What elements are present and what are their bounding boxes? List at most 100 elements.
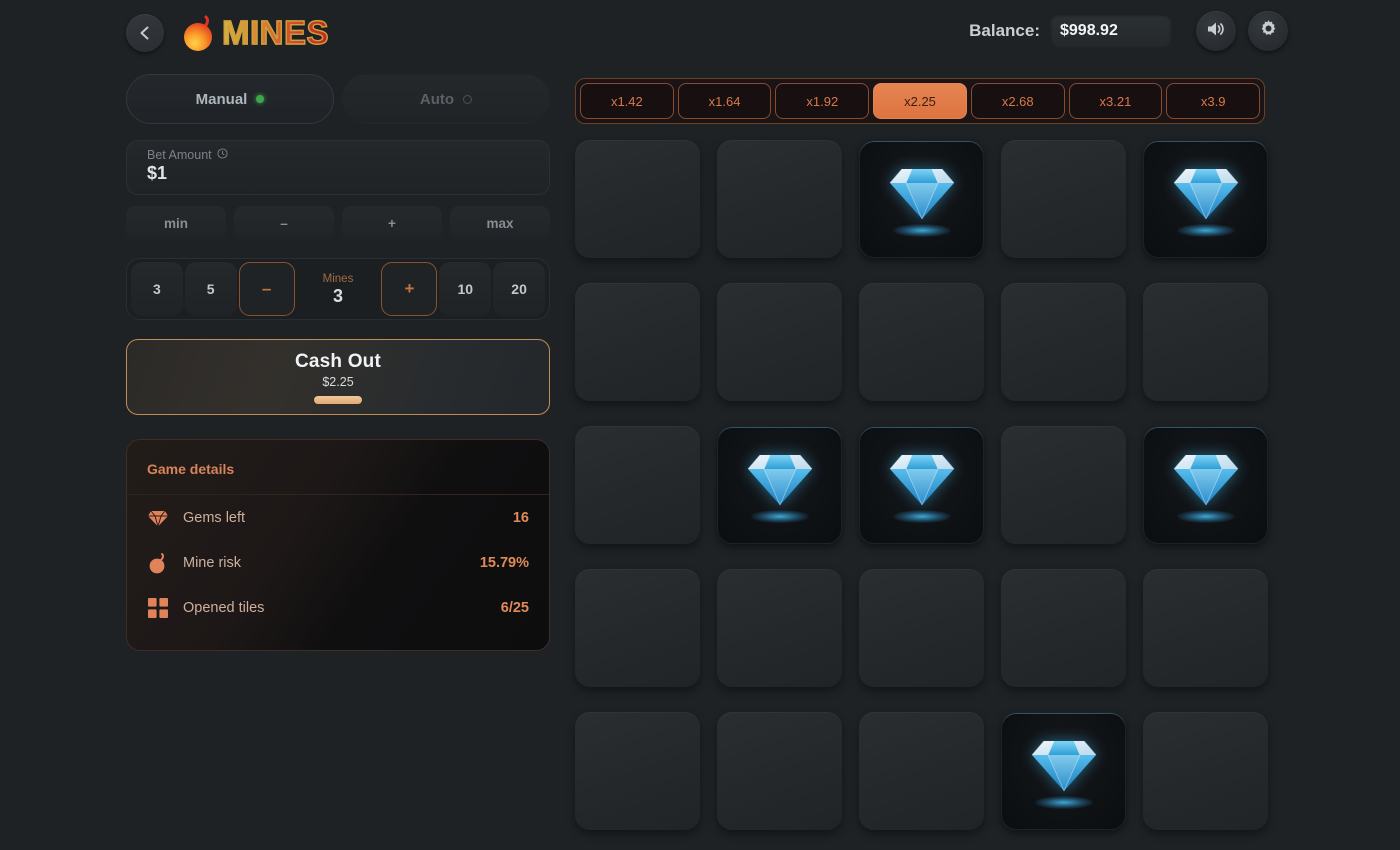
multiplier-x1.42[interactable]: x1.42 (580, 83, 674, 119)
gem-icon (860, 141, 983, 257)
mines-selector: 3 5 – Mines 3 + 10 20 (126, 258, 550, 320)
tab-manual-label: Manual (195, 90, 248, 108)
tile-closed-r2c3[interactable] (859, 283, 984, 401)
bet-adjust-buttons: min – + max (126, 206, 550, 240)
detail-value: 6/25 (500, 599, 529, 616)
tile-closed-r2c4[interactable] (1001, 283, 1126, 401)
mines-increment-button[interactable]: + (381, 262, 438, 316)
balance: Balance: $998.92 (969, 14, 1172, 48)
mines-decrement-button[interactable]: – (238, 262, 295, 316)
green-dot-icon (256, 95, 265, 103)
detail-label: Opened tiles (183, 599, 265, 616)
mines-preset-20[interactable]: 20 (493, 262, 545, 316)
bet-amount-field[interactable]: Bet Amount $1 (126, 140, 550, 195)
diamond-icon (147, 507, 169, 529)
tile-closed-r1c4[interactable] (1001, 140, 1126, 258)
mines-preset-10[interactable]: 10 (439, 262, 492, 316)
tile-closed-r1c1[interactable] (575, 140, 700, 258)
tile-closed-r3c1[interactable] (575, 426, 700, 544)
mines-preset-3[interactable]: 3 (131, 262, 183, 316)
gem-icon (718, 427, 841, 543)
back-button[interactable] (126, 14, 164, 52)
mines-caption: Mines (322, 273, 354, 285)
balance-field[interactable]: $998.92 (1050, 14, 1172, 48)
gem-icon (1144, 141, 1267, 257)
logo: MINES (180, 12, 329, 54)
tile-gem-r3c2[interactable] (717, 426, 842, 544)
sound-button[interactable] (1196, 11, 1236, 51)
header: MINES Balance: $998.92 (0, 0, 1400, 66)
detail-label: Gems left (183, 509, 246, 526)
multiplier-x3.9[interactable]: x3.9 (1166, 83, 1261, 119)
detail-value: 16 (512, 509, 529, 526)
tile-closed-r4c5[interactable] (1143, 569, 1268, 687)
tile-closed-r2c2[interactable] (717, 283, 842, 401)
bet-minus-button[interactable]: – (234, 206, 334, 240)
multiplier-x1.92[interactable]: x1.92 (775, 83, 870, 119)
multiplier-x3.21[interactable]: x3.21 (1068, 83, 1163, 119)
tile-closed-r5c5[interactable] (1143, 712, 1268, 830)
mode-tabs: Manual Auto (126, 74, 550, 124)
detail-row-mine-risk: Mine risk 15.79% (127, 540, 549, 585)
multiplier-x2.68[interactable]: x2.68 (970, 83, 1065, 119)
gem-icon (1002, 713, 1125, 829)
bet-plus-button[interactable]: + (342, 206, 442, 240)
cash-out-indicator (314, 395, 362, 404)
detail-row-gems-left: Gems left 16 (127, 495, 549, 540)
bomb-icon (180, 12, 220, 54)
gem-icon (860, 427, 983, 543)
bet-amount-label-row: Bet Amount (147, 148, 529, 162)
tile-closed-r5c2[interactable] (717, 712, 842, 830)
tab-auto[interactable]: Auto (342, 74, 550, 124)
detail-label: Mine risk (183, 554, 242, 571)
balance-label: Balance: (969, 21, 1040, 40)
tile-gem-r5c4[interactable] (1001, 712, 1126, 830)
detail-value: 15.79% (479, 554, 529, 571)
tile-closed-r2c5[interactable] (1143, 283, 1268, 401)
tab-manual[interactable]: Manual (126, 74, 334, 124)
logo-text: MINES (221, 12, 329, 54)
balance-value: $998.92 (1060, 22, 1118, 39)
bet-amount-label: Bet Amount (147, 148, 212, 162)
multiplier-bar: x1.42 x1.64 x1.92 x2.25 x2.68 x3.21 x3.9 (575, 78, 1265, 124)
tile-closed-r5c1[interactable] (575, 712, 700, 830)
bomb-icon (147, 552, 169, 574)
mines-preset-5[interactable]: 5 (184, 262, 237, 316)
tile-closed-r3c4[interactable] (1001, 426, 1126, 544)
game-details-title: Game details (147, 461, 235, 477)
tile-closed-r5c3[interactable] (859, 712, 984, 830)
bet-min-button[interactable]: min (126, 206, 226, 240)
multiplier-x1.64[interactable]: x1.64 (677, 83, 772, 119)
tile-closed-r4c1[interactable] (575, 569, 700, 687)
mines-value-display: Mines 3 (297, 262, 380, 316)
tile-gem-r1c3[interactable] (859, 140, 984, 258)
speaker-icon (1206, 20, 1226, 43)
settings-button[interactable] (1248, 11, 1288, 51)
tile-closed-r4c4[interactable] (1001, 569, 1126, 687)
tile-gem-r3c3[interactable] (859, 426, 984, 544)
tile-closed-r2c1[interactable] (575, 283, 700, 401)
gear-icon (1258, 18, 1279, 44)
bet-max-button[interactable]: max (450, 206, 550, 240)
mines-count: 3 (332, 286, 343, 306)
grid-icon (147, 597, 169, 619)
cash-out-title: Cash Out (294, 350, 382, 372)
left-panel: Manual Auto Bet Amount $1 min – + max 3 … (126, 74, 550, 651)
tile-closed-r4c2[interactable] (717, 569, 842, 687)
cash-out-amount: $2.25 (322, 374, 354, 389)
tile-closed-r4c3[interactable] (859, 569, 984, 687)
bet-amount-value: $1 (147, 163, 168, 183)
mines-board (575, 140, 1268, 830)
info-icon (217, 148, 228, 162)
gem-icon (1144, 427, 1267, 543)
tile-closed-r1c2[interactable] (717, 140, 842, 258)
tile-gem-r1c5[interactable] (1143, 140, 1268, 258)
tile-gem-r3c5[interactable] (1143, 426, 1268, 544)
chevron-left-icon (137, 25, 153, 41)
multiplier-x2.25[interactable]: x2.25 (873, 83, 967, 119)
detail-row-opened-tiles: Opened tiles 6/25 (127, 585, 549, 630)
mines-game-app: MINES Balance: $998.92 Manual Auto Bet A… (0, 0, 1400, 850)
cash-out-button[interactable]: Cash Out $2.25 (126, 339, 550, 415)
grey-circle-icon (463, 94, 473, 104)
